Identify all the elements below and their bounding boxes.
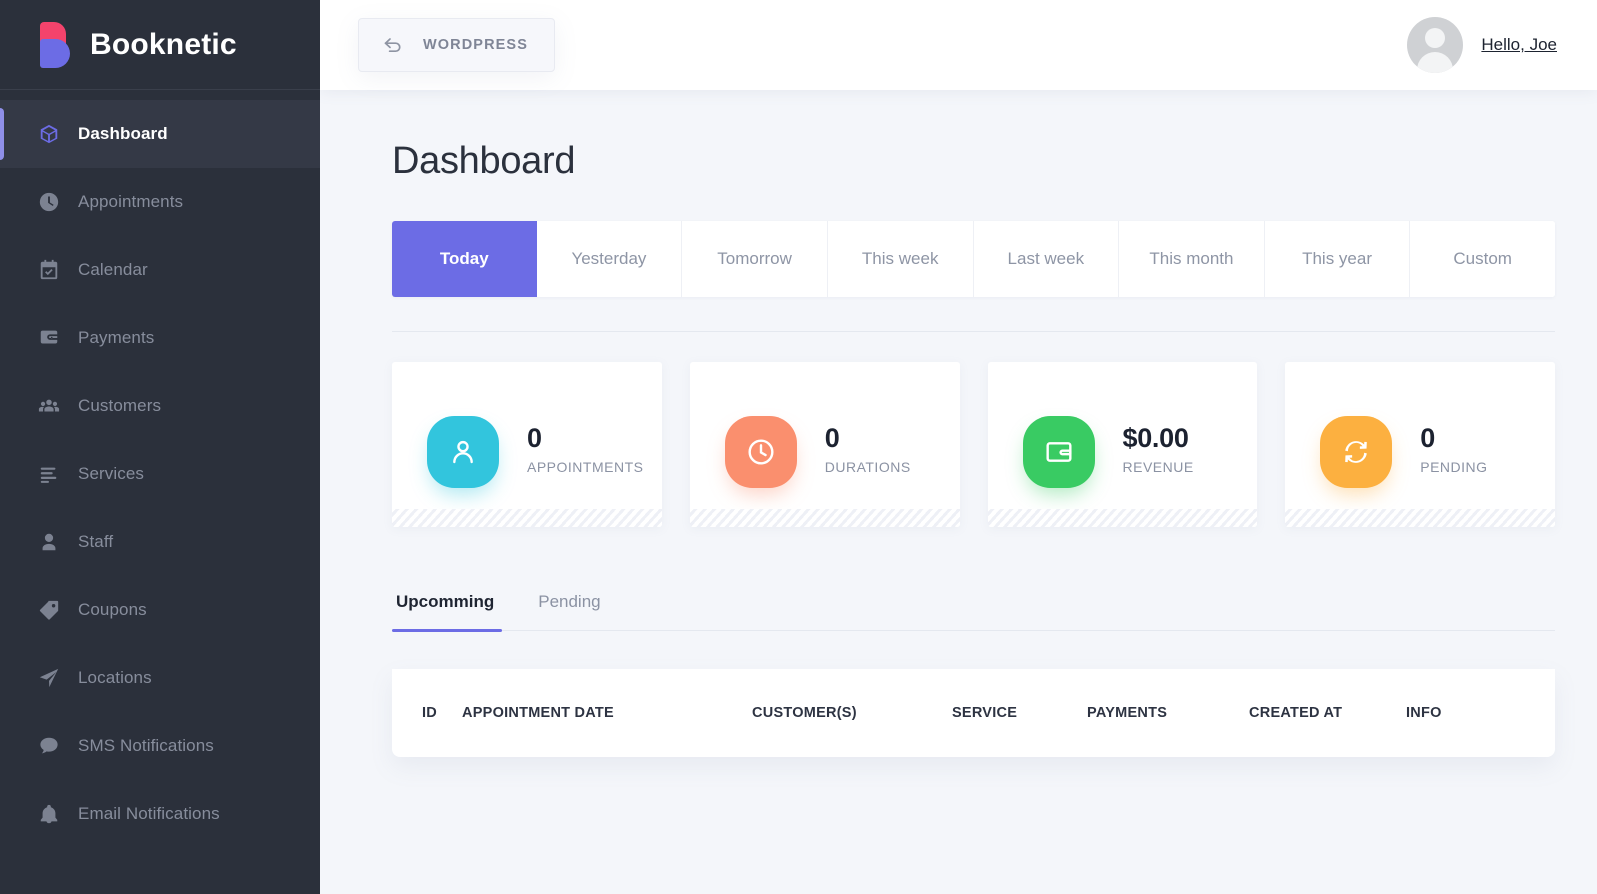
user-icon xyxy=(36,529,62,555)
page-content: Dashboard Today Yesterday Tomorrow This … xyxy=(320,90,1597,894)
tab-pending[interactable]: Pending xyxy=(534,592,626,630)
column-header-customers[interactable]: CUSTOMER(S) xyxy=(752,705,952,721)
cube-icon xyxy=(36,121,62,147)
stat-card-durations[interactable]: 0 DURATIONS xyxy=(689,362,960,527)
card-stripe-footer xyxy=(392,509,662,527)
sidebar-item-dashboard[interactable]: Dashboard xyxy=(0,100,320,168)
column-header-created-at[interactable]: CREATED AT xyxy=(1249,705,1406,721)
stat-card-appointments[interactable]: 0 APPOINTMENTS xyxy=(392,362,662,527)
wallet-icon xyxy=(36,325,62,351)
sidebar-item-customers[interactable]: Customers xyxy=(0,372,320,440)
column-header-info[interactable]: INFO xyxy=(1406,705,1486,721)
topbar: WORDPRESS Hello, Joe xyxy=(320,0,1597,90)
sidebar-item-label: Email Notifications xyxy=(78,804,220,823)
column-header-service[interactable]: SERVICE xyxy=(952,705,1087,721)
card-stripe-footer xyxy=(1285,509,1555,527)
sidebar-item-coupons[interactable]: Coupons xyxy=(0,576,320,644)
stat-label: APPOINTMENTS xyxy=(527,459,644,476)
card-stripe-footer xyxy=(689,509,960,527)
sidebar: Booknetic Dashboard Appointments Calenda xyxy=(0,0,320,894)
sidebar-item-email-notifications[interactable]: Email Notifications xyxy=(0,780,320,848)
wordpress-back-button[interactable]: WORDPRESS xyxy=(358,18,555,72)
date-filter-group: Today Yesterday Tomorrow This week Last … xyxy=(392,221,1555,297)
sidebar-item-label: Locations xyxy=(78,668,152,687)
card-stripe-footer xyxy=(987,509,1258,527)
app-root: Booknetic Dashboard Appointments Calenda xyxy=(0,0,1597,894)
sidebar-item-label: Services xyxy=(78,464,144,483)
sidebar-item-label: Staff xyxy=(78,532,114,551)
sidebar-nav: Dashboard Appointments Calendar Payments xyxy=(0,90,320,848)
user-area[interactable]: Hello, Joe xyxy=(1407,17,1557,73)
calendar-check-icon xyxy=(36,257,62,283)
main-area: WORDPRESS Hello, Joe Dashboard Today Yes… xyxy=(320,0,1597,894)
section-divider xyxy=(392,331,1555,332)
clock-icon xyxy=(724,415,797,488)
list-icon xyxy=(36,461,62,487)
table-header-row: ID APPOINTMENT DATE CUSTOMER(S) SERVICE … xyxy=(392,669,1555,757)
appointments-table: ID APPOINTMENT DATE CUSTOMER(S) SERVICE … xyxy=(392,669,1555,757)
tag-icon xyxy=(36,597,62,623)
stat-card-revenue[interactable]: $0.00 REVENUE xyxy=(987,362,1258,527)
users-icon xyxy=(36,393,62,419)
date-filter-custom[interactable]: Custom xyxy=(1410,221,1555,297)
wordpress-back-label: WORDPRESS xyxy=(423,37,528,53)
sidebar-item-label: Payments xyxy=(78,328,155,347)
user-greeting-link[interactable]: Hello, Joe xyxy=(1481,35,1557,55)
date-filter-last-week[interactable]: Last week xyxy=(973,221,1120,297)
user-avatar-icon xyxy=(1407,17,1464,73)
sidebar-item-sms-notifications[interactable]: SMS Notifications xyxy=(0,712,320,780)
date-filter-tomorrow[interactable]: Tomorrow xyxy=(682,221,828,297)
stats-row: 0 APPOINTMENTS 0 DURATIONS $0.00 REVENUE… xyxy=(392,362,1555,527)
clock-icon xyxy=(36,189,62,215)
stat-label: PENDING xyxy=(1420,459,1488,476)
paper-plane-icon xyxy=(36,665,62,691)
sidebar-item-appointments[interactable]: Appointments xyxy=(0,168,320,236)
date-filter-yesterday[interactable]: Yesterday xyxy=(536,221,683,297)
appointment-list-tabs: Upcomming Pending xyxy=(392,573,1555,632)
date-filter-this-week[interactable]: This week xyxy=(827,221,974,297)
person-icon xyxy=(427,415,499,488)
date-filter-today[interactable]: Today xyxy=(392,221,537,297)
stat-label: REVENUE xyxy=(1122,459,1194,476)
column-header-appointment-date[interactable]: APPOINTMENT DATE xyxy=(462,705,752,721)
refresh-icon xyxy=(1320,415,1393,488)
sidebar-item-payments[interactable]: Payments xyxy=(0,304,320,372)
booknetic-logo-icon xyxy=(36,21,72,68)
sidebar-item-label: Customers xyxy=(78,396,162,415)
stat-value: 0 xyxy=(527,422,542,453)
stat-value: 0 xyxy=(824,422,840,453)
chat-bubble-icon xyxy=(36,733,62,759)
stat-value: $0.00 xyxy=(1122,422,1189,453)
date-filter-this-month[interactable]: This month xyxy=(1119,221,1265,297)
sidebar-item-label: Coupons xyxy=(78,600,147,619)
sidebar-item-label: Appointments xyxy=(78,192,184,211)
page-title: Dashboard xyxy=(392,140,576,182)
tab-upcomming[interactable]: Upcomming xyxy=(392,592,520,632)
column-header-id[interactable]: ID xyxy=(422,705,462,721)
sidebar-item-staff[interactable]: Staff xyxy=(0,508,320,576)
sidebar-item-locations[interactable]: Locations xyxy=(0,644,320,712)
sidebar-item-label: SMS Notifications xyxy=(78,736,214,755)
sidebar-item-label: Calendar xyxy=(78,260,148,279)
brand-name: Booknetic xyxy=(90,27,237,61)
sidebar-item-services[interactable]: Services xyxy=(0,440,320,508)
date-filter-this-year[interactable]: This year xyxy=(1264,221,1411,297)
stat-label: DURATIONS xyxy=(824,459,911,476)
wallet-icon xyxy=(1022,415,1095,488)
bell-icon xyxy=(36,801,62,827)
sidebar-item-calendar[interactable]: Calendar xyxy=(0,236,320,304)
brand[interactable]: Booknetic xyxy=(0,0,320,90)
back-arrow-icon xyxy=(381,33,405,57)
stat-card-pending[interactable]: 0 PENDING xyxy=(1285,362,1555,527)
sidebar-item-label: Dashboard xyxy=(78,124,168,143)
column-header-payments[interactable]: PAYMENTS xyxy=(1087,705,1249,721)
stat-value: 0 xyxy=(1420,422,1435,453)
